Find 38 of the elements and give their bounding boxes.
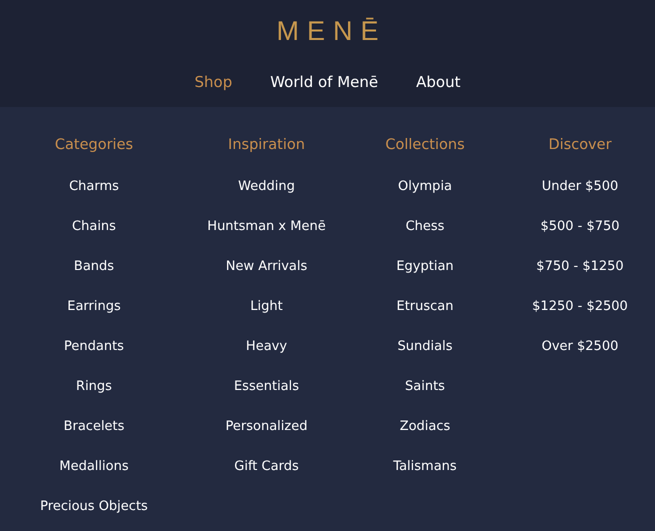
menu-link[interactable]: Saints bbox=[405, 379, 445, 419]
menu-link[interactable]: Charms bbox=[69, 179, 119, 219]
menu-link[interactable]: Bands bbox=[74, 259, 114, 299]
nav-link[interactable]: Shop bbox=[194, 72, 232, 92]
menu-link[interactable]: Pendants bbox=[64, 339, 124, 379]
column-heading: Inspiration bbox=[228, 136, 305, 155]
menu-link[interactable]: Huntsman x Menē bbox=[207, 219, 326, 259]
menu-link[interactable]: Medallions bbox=[59, 459, 129, 499]
menu-link[interactable]: Talismans bbox=[393, 459, 457, 499]
menu-link[interactable]: Etruscan bbox=[396, 299, 454, 339]
menu-link[interactable]: Wedding bbox=[238, 179, 295, 219]
menu-link[interactable]: Chains bbox=[72, 219, 116, 259]
menu-link[interactable]: New Arrivals bbox=[226, 259, 308, 299]
nav-link[interactable]: About bbox=[416, 72, 460, 92]
nav-link[interactable]: World of Menē bbox=[270, 72, 378, 92]
menu-link[interactable]: Rings bbox=[76, 379, 112, 419]
menu-link[interactable]: Zodiacs bbox=[400, 419, 450, 459]
column-heading: Discover bbox=[548, 136, 612, 155]
column-heading: Collections bbox=[385, 136, 465, 155]
menu-link[interactable]: Under $500 bbox=[542, 179, 618, 219]
menu-link[interactable]: $1250 - $2500 bbox=[532, 299, 628, 339]
menu-link[interactable]: Chess bbox=[406, 219, 444, 259]
menu-link[interactable]: $750 - $1250 bbox=[536, 259, 624, 299]
menu-link[interactable]: Precious Objects bbox=[40, 499, 148, 531]
logo[interactable]: MENĒ bbox=[276, 16, 386, 46]
menu-link[interactable]: Over $2500 bbox=[542, 339, 618, 379]
column-heading: Categories bbox=[54, 136, 134, 155]
menu-link[interactable]: $500 - $750 bbox=[540, 219, 620, 259]
menu-link[interactable]: Bracelets bbox=[64, 419, 124, 459]
menu-link[interactable]: Personalized bbox=[226, 419, 308, 459]
menu-link[interactable]: Gift Cards bbox=[234, 459, 299, 499]
menu-link[interactable]: Olympia bbox=[398, 179, 452, 219]
menu-link[interactable]: Heavy bbox=[246, 339, 288, 379]
menu-link[interactable]: Sundials bbox=[398, 339, 452, 379]
menu-link[interactable]: Earrings bbox=[67, 299, 121, 339]
menu-link[interactable]: Essentials bbox=[234, 379, 300, 419]
menu-link[interactable]: Light bbox=[250, 299, 283, 339]
menu-link[interactable]: Egyptian bbox=[396, 259, 454, 299]
